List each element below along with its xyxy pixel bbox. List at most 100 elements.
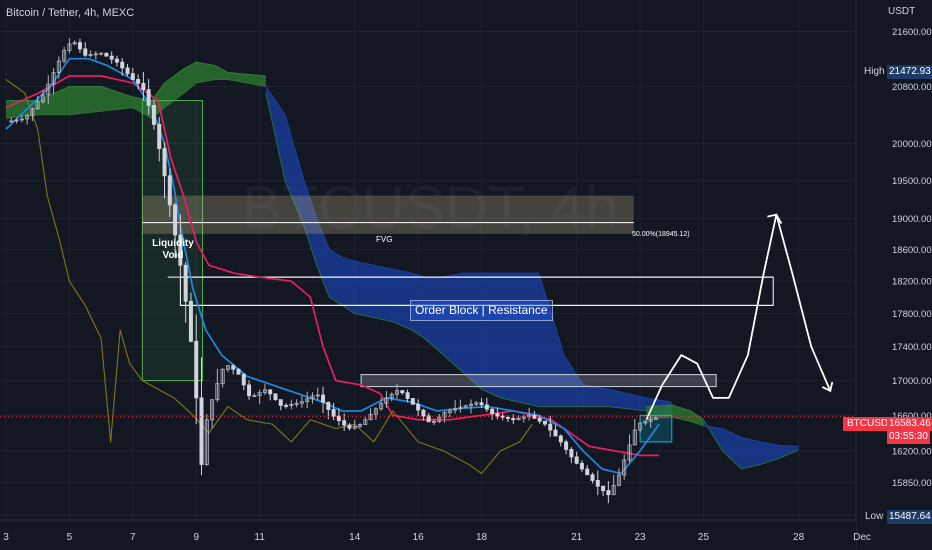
- candle-body: [574, 456, 579, 464]
- candle-body: [490, 408, 495, 414]
- currency-label: USDT: [888, 6, 916, 17]
- time-tick-label: 16: [413, 532, 425, 543]
- candle-body: [558, 435, 563, 443]
- candle-body: [542, 420, 547, 425]
- time-tick-label: Dec: [853, 532, 871, 543]
- candle-body: [273, 393, 278, 401]
- price-tick-label: 21600.00: [892, 27, 932, 38]
- candle-body: [548, 423, 553, 431]
- fvg-label: FVG: [376, 235, 393, 244]
- candle-body: [199, 397, 204, 465]
- time-tick-label: 7: [130, 532, 136, 543]
- candle-body: [120, 61, 125, 69]
- candle-body: [595, 480, 600, 487]
- candle-body: [416, 403, 421, 411]
- price-tick-label: 18600.00: [892, 245, 932, 256]
- candle-body: [157, 124, 162, 150]
- price-tick-label: 18200.00: [892, 277, 932, 288]
- high-value: 21472.93: [887, 65, 932, 79]
- low-value: 15487.64: [887, 510, 932, 524]
- time-tick-label: 23: [635, 532, 647, 543]
- candle-body: [321, 394, 326, 403]
- candle-body: [342, 420, 347, 426]
- candle-body: [173, 204, 178, 236]
- fvg-zone: [142, 195, 634, 234]
- candle-body: [601, 485, 606, 492]
- candle-body: [405, 392, 410, 399]
- candle-body: [484, 404, 489, 410]
- price-tick-label: 19000.00: [892, 214, 932, 225]
- candle-body: [247, 384, 252, 397]
- time-tick-label: 11: [254, 532, 265, 543]
- candle-body: [479, 402, 484, 406]
- price-tick-label: 19500.00: [892, 176, 932, 187]
- candle-body: [241, 373, 246, 386]
- time-tick-label: 5: [67, 532, 73, 543]
- time-tick-label: 18: [476, 532, 488, 543]
- high-label: High: [861, 65, 888, 79]
- candle-body: [167, 175, 172, 206]
- candle-body: [183, 264, 188, 302]
- candle-body: [421, 409, 426, 417]
- candle-body: [590, 474, 595, 481]
- candle-body: [83, 48, 88, 56]
- candle-body: [268, 389, 273, 395]
- price-tick-label: 17800.00: [892, 309, 932, 320]
- candle-body: [162, 148, 167, 177]
- time-tick-label: 3: [3, 532, 9, 543]
- candle-body: [500, 415, 505, 418]
- time-tick-label: 21: [571, 532, 583, 543]
- candle-body: [146, 89, 151, 106]
- candle-body: [606, 490, 611, 496]
- candle-body: [104, 52, 109, 57]
- time-tick-label: 25: [698, 532, 710, 543]
- time-tick-label: 9: [193, 532, 199, 543]
- time-axis-bg: [0, 520, 856, 550]
- candle-body: [326, 401, 331, 410]
- price-chart[interactable]: BTCUSDT, 4h21600.0020800.0020000.0019500…: [0, 0, 932, 550]
- chart-title: Bitcoin / Tether, 4h, MEXC: [6, 7, 135, 19]
- order-block-label: Order Block | Resistance: [410, 300, 553, 321]
- candle-body: [347, 424, 352, 429]
- candle-body: [151, 104, 156, 125]
- bar-countdown: 03:55:30: [887, 430, 930, 444]
- candle-body: [569, 449, 574, 458]
- price-tick-label: 20800.00: [892, 82, 932, 93]
- candle-body: [553, 429, 558, 437]
- candle-body: [77, 42, 82, 50]
- candle-body: [194, 340, 199, 399]
- candle-body: [495, 413, 500, 417]
- low-label: Low: [862, 510, 887, 524]
- candle-body: [532, 414, 537, 419]
- last-price-value: 16583.46: [887, 417, 932, 431]
- candle-body: [564, 441, 569, 450]
- price-tick-label: 17000.00: [892, 376, 932, 387]
- fib-50-label: 50.00%(18945.12): [632, 231, 690, 238]
- candle-body: [284, 405, 289, 407]
- time-tick-label: 28: [793, 532, 805, 543]
- candle-body: [114, 58, 119, 63]
- candle-body: [109, 55, 114, 60]
- candle-body: [130, 73, 135, 80]
- candle-body: [188, 300, 193, 342]
- candle-body: [585, 468, 590, 476]
- price-tick-label: 15850.00: [892, 478, 932, 489]
- candle-body: [400, 390, 405, 394]
- candle-body: [236, 368, 241, 375]
- candle-body: [511, 418, 516, 421]
- candle-body: [331, 409, 336, 417]
- candle-body: [579, 462, 584, 470]
- time-tick-label: 14: [349, 532, 361, 543]
- price-tick-label: 17400.00: [892, 342, 932, 353]
- price-tick-label: 20000.00: [892, 139, 932, 150]
- candle-body: [505, 416, 510, 419]
- candle-body: [537, 417, 542, 422]
- price-tick-label: 16200.00: [892, 446, 932, 457]
- candle-body: [278, 399, 283, 406]
- candle-body: [125, 67, 130, 75]
- candle-body: [231, 365, 236, 370]
- candle-body: [141, 82, 146, 91]
- liquidity-void-label: Liquidity Void: [152, 238, 194, 261]
- candle-body: [136, 79, 141, 84]
- candle-body: [410, 398, 415, 405]
